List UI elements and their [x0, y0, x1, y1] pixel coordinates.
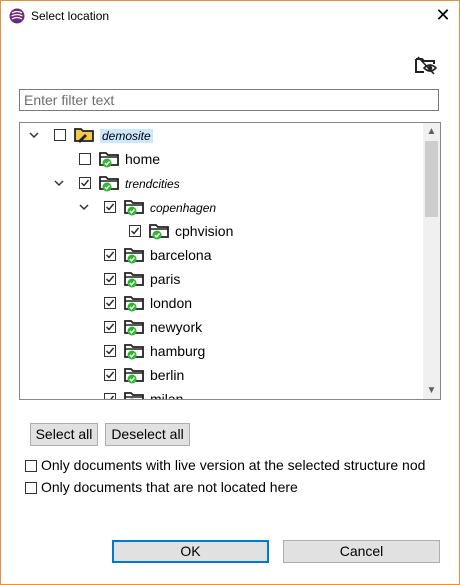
tree-row[interactable]: london: [20, 293, 420, 315]
tree-row[interactable]: demosite: [20, 125, 420, 147]
tree-node-label: home: [125, 151, 161, 167]
folder-check-icon: [124, 390, 146, 399]
folder-check-icon: [99, 150, 121, 168]
tree-node-checkbox[interactable]: [79, 177, 91, 189]
tree-node-checkbox[interactable]: [104, 345, 116, 357]
folder-pencil-icon: [74, 126, 96, 144]
tree-row[interactable]: newyork: [20, 317, 420, 339]
folder-check-icon: [124, 366, 146, 384]
tree-node-label: hamburg: [150, 343, 206, 359]
tree-node-checkbox[interactable]: [104, 201, 116, 213]
folder-check-icon: [124, 294, 146, 312]
folder-check-icon: [124, 198, 146, 216]
close-button[interactable]: ✕: [431, 4, 455, 28]
app-logo-icon: [9, 8, 25, 24]
scroll-down-icon[interactable]: ▼: [423, 382, 440, 399]
live-version-label: Only documents with live version at the …: [41, 457, 426, 473]
ok-button[interactable]: OK: [112, 540, 269, 563]
tree-row[interactable]: barcelona: [20, 245, 420, 267]
tree-node-checkbox[interactable]: [104, 369, 116, 381]
tree-node-checkbox[interactable]: [104, 393, 116, 399]
tree-row[interactable]: berlin: [20, 365, 420, 387]
tree-node-checkbox[interactable]: [104, 249, 116, 261]
tree-row[interactable]: paris: [20, 269, 420, 291]
tree-node-label: barcelona: [150, 247, 212, 263]
tree-node-label: paris: [150, 271, 181, 287]
folder-check-icon: [124, 270, 146, 288]
tree-node-checkbox[interactable]: [54, 129, 66, 141]
tree-node-label: trendcities: [125, 177, 180, 191]
folder-check-icon: [149, 222, 171, 240]
tree-node-checkbox[interactable]: [104, 321, 116, 333]
tree-row[interactable]: trendcities: [20, 173, 420, 195]
filter-input[interactable]: [19, 89, 439, 111]
tree-node-label: milan: [150, 391, 184, 400]
chevron-down-icon[interactable]: [78, 201, 90, 213]
location-tree[interactable]: milan berlin hamburg newyork london paris barc…: [19, 122, 441, 400]
live-version-checkbox[interactable]: [25, 460, 37, 472]
deselect-all-button[interactable]: Deselect all: [105, 423, 190, 446]
tree-node-checkbox[interactable]: [104, 273, 116, 285]
tree-node-label: copenhagen: [150, 201, 217, 215]
tree-node-label: london: [150, 295, 193, 311]
tree-node-checkbox[interactable]: [104, 297, 116, 309]
select-all-button[interactable]: Select all: [30, 423, 98, 446]
folder-eye-icon[interactable]: [415, 54, 437, 76]
select-location-dialog: Select location ✕ milan berlin hamburg newy…: [0, 0, 460, 585]
tree-row[interactable]: home: [20, 149, 420, 171]
tree-row[interactable]: cphvision: [20, 221, 420, 243]
not-located-checkbox[interactable]: [25, 482, 37, 494]
folder-check-icon: [124, 318, 146, 336]
cancel-button[interactable]: Cancel: [283, 540, 440, 563]
not-located-label: Only documents that are not located here: [41, 479, 298, 495]
tree-node-label: berlin: [150, 367, 185, 383]
tree-node-label: newyork: [150, 319, 203, 335]
scroll-thumb[interactable]: [425, 141, 438, 217]
chevron-down-icon[interactable]: [28, 129, 40, 141]
tree-row[interactable]: copenhagen: [20, 197, 420, 219]
close-icon: ✕: [435, 5, 451, 25]
tree-row[interactable]: hamburg: [20, 341, 420, 363]
tree-node-checkbox[interactable]: [129, 225, 141, 237]
folder-check-icon: [99, 174, 121, 192]
folder-check-icon: [124, 246, 146, 264]
chevron-down-icon[interactable]: [53, 177, 65, 189]
scroll-up-icon[interactable]: ▲: [423, 123, 440, 140]
dialog-title: Select location: [31, 9, 110, 23]
tree-node-label: demosite: [100, 129, 153, 143]
tree-scrollbar[interactable]: ▲ ▼: [423, 123, 440, 399]
title-bar: Select location ✕: [1, 1, 459, 31]
folder-check-icon: [124, 342, 146, 360]
tree-node-checkbox[interactable]: [79, 153, 91, 165]
tree-row[interactable]: milan: [20, 389, 420, 400]
tree-node-label: cphvision: [175, 223, 234, 239]
